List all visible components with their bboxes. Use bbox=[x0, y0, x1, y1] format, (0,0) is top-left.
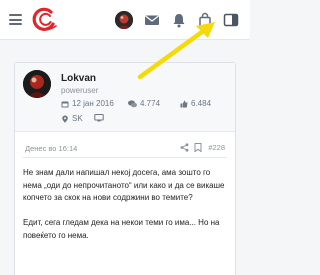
post-author-panel: Lokvan poweruser 12 јан 2016 4.774 6.484 bbox=[15, 63, 235, 132]
top-bar bbox=[0, 0, 250, 40]
user-avatar[interactable] bbox=[115, 11, 133, 29]
post-body: Не знам дали напишал некој досега, ама з… bbox=[23, 167, 229, 242]
post-number[interactable]: #228 bbox=[208, 143, 225, 152]
author-role: poweruser bbox=[61, 86, 99, 95]
sidebar-toggle-icon[interactable] bbox=[222, 11, 240, 29]
share-icon[interactable] bbox=[180, 143, 189, 152]
joined-date: 12 јан 2016 bbox=[72, 99, 114, 108]
post-count: 4.774 bbox=[140, 99, 161, 108]
divider bbox=[23, 157, 227, 158]
bookmark-icon[interactable] bbox=[194, 143, 202, 152]
forum-post: Lokvan poweruser 12 јан 2016 4.774 6.484 bbox=[14, 62, 236, 275]
post-date[interactable]: Денес во 16:14 bbox=[25, 144, 77, 153]
author-avatar[interactable] bbox=[23, 70, 51, 98]
likes-count: 6.484 bbox=[191, 99, 212, 108]
thumbs-up-icon bbox=[180, 100, 188, 107]
desktop-icon bbox=[94, 114, 107, 122]
country-code: SK bbox=[72, 114, 83, 123]
post-paragraph: Едит, сега гледам дека на некои теми го … bbox=[23, 218, 220, 240]
bag-icon[interactable] bbox=[196, 11, 214, 29]
post-count-stat: 4.774 bbox=[128, 99, 160, 108]
site-logo[interactable] bbox=[30, 7, 58, 33]
author-name[interactable]: Lokvan bbox=[61, 73, 96, 84]
map-marker-icon bbox=[62, 115, 68, 123]
calendar-icon bbox=[61, 101, 69, 107]
country-stat: SK bbox=[61, 114, 83, 123]
post-paragraph: Не знам дали напишал некој досега, ама з… bbox=[23, 168, 225, 202]
bell-icon[interactable] bbox=[170, 11, 188, 29]
joined-date-stat: 12 јан 2016 bbox=[61, 99, 114, 108]
likes-count-stat: 6.484 bbox=[180, 99, 211, 108]
post-actions: #228 bbox=[180, 143, 225, 152]
comments-icon bbox=[128, 99, 137, 107]
hamburger-icon[interactable] bbox=[9, 14, 22, 25]
envelope-icon[interactable] bbox=[143, 11, 161, 29]
